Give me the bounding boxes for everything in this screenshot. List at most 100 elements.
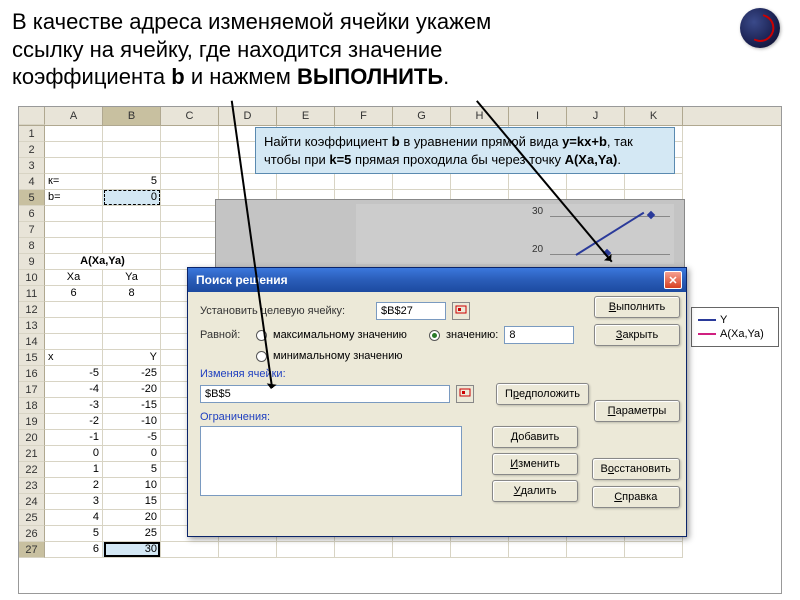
cell-B25[interactable]: 20 [103,510,161,526]
col-E[interactable]: E [277,107,335,125]
cell-C6[interactable] [161,206,219,222]
row-head-20[interactable]: 20 [19,430,45,446]
cell-B10[interactable]: Ya [103,270,161,286]
cell-B17[interactable]: -20 [103,382,161,398]
change-button[interactable]: Изменить [492,453,578,475]
cell-B19[interactable]: -10 [103,414,161,430]
cell-B1[interactable] [103,126,161,142]
cell-J4[interactable] [567,174,625,190]
cell-B12[interactable] [103,302,161,318]
cell-B15[interactable]: Y [103,350,161,366]
cell-C27[interactable] [161,542,219,558]
col-A[interactable]: A [45,107,103,125]
cell-C1[interactable] [161,126,219,142]
cell-A13[interactable] [45,318,103,334]
cell-B11[interactable]: 8 [103,286,161,302]
cell-A10[interactable]: Xa [45,270,103,286]
cell-A25[interactable]: 4 [45,510,103,526]
cell-C5[interactable] [161,190,219,206]
cell-D4[interactable] [219,174,277,190]
row-head-5[interactable]: 5 [19,190,45,206]
cell-A7[interactable] [45,222,103,238]
cell-A24[interactable]: 3 [45,494,103,510]
cell-B4[interactable]: 5 [103,174,161,190]
guess-button[interactable]: Предположить [496,383,589,405]
cell-A19[interactable]: -2 [45,414,103,430]
cell-F27[interactable] [335,542,393,558]
help-button[interactable]: Справка [592,486,680,508]
cell-A16[interactable]: -5 [45,366,103,382]
col-I[interactable]: I [509,107,567,125]
cell-K4[interactable] [625,174,683,190]
cell-B16[interactable]: -25 [103,366,161,382]
col-G[interactable]: G [393,107,451,125]
restore-button[interactable]: Восстановить [592,458,680,480]
cell-E27[interactable] [277,542,335,558]
cell-B20[interactable]: -5 [103,430,161,446]
row-head-6[interactable]: 6 [19,206,45,222]
row-head-18[interactable]: 18 [19,398,45,414]
cell-B23[interactable]: 10 [103,478,161,494]
row-head-1[interactable]: 1 [19,126,45,142]
params-button[interactable]: Параметры [594,400,680,422]
col-D[interactable]: D [219,107,277,125]
cell-I4[interactable] [509,174,567,190]
row-head-10[interactable]: 10 [19,270,45,286]
col-H[interactable]: H [451,107,509,125]
row-head-12[interactable]: 12 [19,302,45,318]
row-head-26[interactable]: 26 [19,526,45,542]
cell-B27[interactable]: 30 [103,542,161,558]
row-head-22[interactable]: 22 [19,462,45,478]
delete-button[interactable]: Удалить [492,480,578,502]
row-head-8[interactable]: 8 [19,238,45,254]
spreadsheet[interactable]: A B C D E F G H I J K 1234к=55b=06789A(X… [18,106,782,594]
cell-F4[interactable] [335,174,393,190]
row-head-3[interactable]: 3 [19,158,45,174]
cell-G4[interactable] [393,174,451,190]
cell-C3[interactable] [161,158,219,174]
row-head-7[interactable]: 7 [19,222,45,238]
row-head-13[interactable]: 13 [19,318,45,334]
cell-A9[interactable]: A(Xa,Ya) [45,254,161,270]
cell-C2[interactable] [161,142,219,158]
row-head-27[interactable]: 27 [19,542,45,558]
collapse-ref-icon-2[interactable] [456,385,474,403]
row-head-14[interactable]: 14 [19,334,45,350]
cell-B13[interactable] [103,318,161,334]
cell-B2[interactable] [103,142,161,158]
col-F[interactable]: F [335,107,393,125]
col-K[interactable]: K [625,107,683,125]
cell-A3[interactable] [45,158,103,174]
row-head-17[interactable]: 17 [19,382,45,398]
cell-A18[interactable]: -3 [45,398,103,414]
cell-A17[interactable]: -4 [45,382,103,398]
row-head-21[interactable]: 21 [19,446,45,462]
cell-E4[interactable] [277,174,335,190]
collapse-ref-icon[interactable] [452,302,470,320]
row-head-9[interactable]: 9 [19,254,45,270]
solver-dialog[interactable]: Поиск решения ✕ Установить целевую ячейк… [187,267,687,537]
cell-B22[interactable]: 5 [103,462,161,478]
col-C[interactable]: C [161,107,219,125]
cell-A12[interactable] [45,302,103,318]
cell-A8[interactable] [45,238,103,254]
target-cell-input[interactable] [376,302,446,320]
cell-A4[interactable]: к= [45,174,103,190]
cell-D27[interactable] [219,542,277,558]
cell-A1[interactable] [45,126,103,142]
cell-A22[interactable]: 1 [45,462,103,478]
cell-B7[interactable] [103,222,161,238]
radio-min[interactable] [256,351,267,362]
row-head-2[interactable]: 2 [19,142,45,158]
cell-A6[interactable] [45,206,103,222]
select-all-corner[interactable] [19,107,45,125]
row-head-25[interactable]: 25 [19,510,45,526]
value-input[interactable] [504,326,574,344]
cell-B14[interactable] [103,334,161,350]
row-head-16[interactable]: 16 [19,366,45,382]
cell-C7[interactable] [161,222,219,238]
row-head-19[interactable]: 19 [19,414,45,430]
row-head-23[interactable]: 23 [19,478,45,494]
cell-A27[interactable]: 6 [45,542,103,558]
cell-A21[interactable]: 0 [45,446,103,462]
